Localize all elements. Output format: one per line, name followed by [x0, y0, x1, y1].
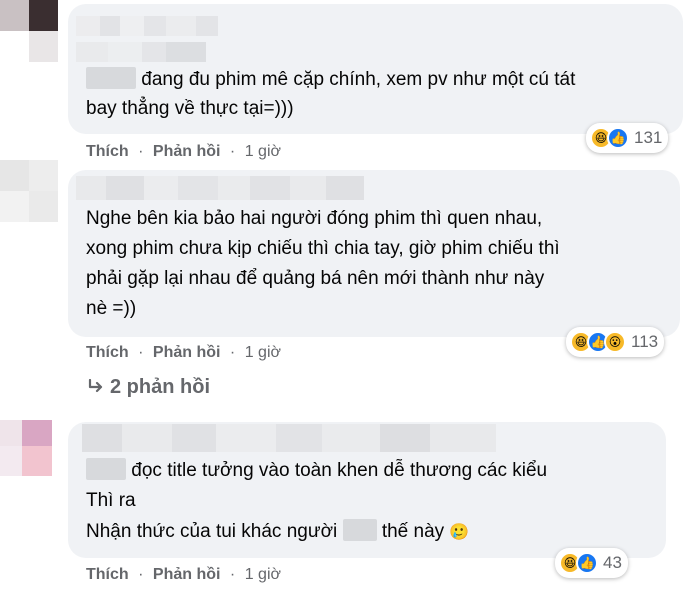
comment-bubble: đọc title tưởng vào toàn khen dễ thương …	[68, 422, 666, 558]
timestamp[interactable]: 1 giờ	[245, 344, 281, 361]
like-button[interactable]: Thích	[86, 566, 129, 583]
comment-line: phải gặp lại nhau để quảng bá nên mới th…	[86, 268, 545, 289]
like-button[interactable]: Thích	[86, 344, 129, 361]
blurred-author-name[interactable]	[76, 176, 364, 200]
blurred-mention[interactable]	[342, 519, 377, 541]
reactions-summary[interactable]: 😆 👍 43	[555, 548, 628, 578]
blurred-author-name[interactable]	[76, 16, 218, 36]
comment-line: đang đu phim mê cặp chính, xem pv như mộ…	[141, 69, 576, 90]
comment-actions: Thích · Phản hồi · 1 giờ	[86, 344, 281, 362]
blurred-author-name	[76, 42, 206, 62]
comment-line: nè =))	[86, 298, 137, 319]
comment-bubble: đang đu phim mê cặp chính, xem pv như mộ…	[68, 4, 683, 134]
comment-line: thế này	[381, 521, 445, 542]
wow-icon: 😮	[604, 331, 626, 353]
blurred-mention[interactable]	[86, 458, 126, 480]
smiling-tear-emoji-icon: 🥲	[449, 524, 470, 541]
reactions-summary[interactable]: 😆 👍 131	[586, 123, 669, 153]
view-replies-link[interactable]: 2 phản hồi	[88, 376, 210, 399]
avatar[interactable]	[0, 420, 58, 476]
avatar[interactable]	[0, 0, 58, 62]
comment-line: xong phim chưa kịp chiếu thì chia tay, g…	[86, 238, 560, 259]
comment-line: bay thẳng về thực tại=)))	[86, 98, 294, 119]
reply-button[interactable]: Phản hồi	[153, 344, 221, 361]
comment-bubble: Nghe bên kia bảo hai người đóng phim thì…	[68, 170, 680, 337]
blurred-mention[interactable]	[86, 67, 136, 89]
reaction-count: 131	[634, 128, 663, 147]
like-button[interactable]: Thích	[86, 143, 129, 160]
separator: ·	[229, 143, 236, 160]
separator: ·	[138, 143, 144, 160]
comment-actions: Thích · Phản hồi · 1 giờ	[86, 566, 281, 584]
reactions-summary[interactable]: 😆 👍 😮 113	[566, 327, 665, 357]
comment-line: Nhận thức của tui khác người	[86, 521, 338, 542]
comment-actions: Thích · Phản hồi · 1 giờ	[86, 143, 281, 161]
reply-button[interactable]: Phản hồi	[153, 566, 221, 583]
comment-text: Nhận thức của tui khác người thế này 🥲	[86, 517, 469, 548]
timestamp[interactable]: 1 giờ	[245, 143, 281, 160]
comment-line: Nghe bên kia bảo hai người đóng phim thì…	[86, 208, 543, 229]
separator: ·	[138, 566, 144, 583]
separator: ·	[229, 566, 236, 583]
comment-line: Thì ra	[86, 490, 136, 511]
replies-count-label: 2 phản hồi	[110, 376, 210, 398]
reply-button[interactable]: Phản hồi	[153, 143, 221, 160]
reply-arrow-icon	[88, 376, 110, 399]
timestamp[interactable]: 1 giờ	[245, 566, 281, 583]
separator: ·	[138, 344, 144, 361]
separator: ·	[229, 344, 236, 361]
reaction-count: 43	[603, 553, 622, 572]
comment-text: đọc title tưởng vào toàn khen dễ thương …	[86, 456, 547, 486]
reaction-count: 113	[631, 332, 659, 351]
like-icon: 👍	[607, 127, 629, 149]
avatar[interactable]	[0, 160, 58, 222]
comment-text: đang đu phim mê cặp chính, xem pv như mộ…	[86, 65, 575, 95]
blurred-author-name[interactable]	[82, 424, 496, 452]
like-icon: 👍	[576, 552, 598, 574]
comment-line: đọc title tưởng vào toàn khen dễ thương …	[131, 460, 548, 481]
